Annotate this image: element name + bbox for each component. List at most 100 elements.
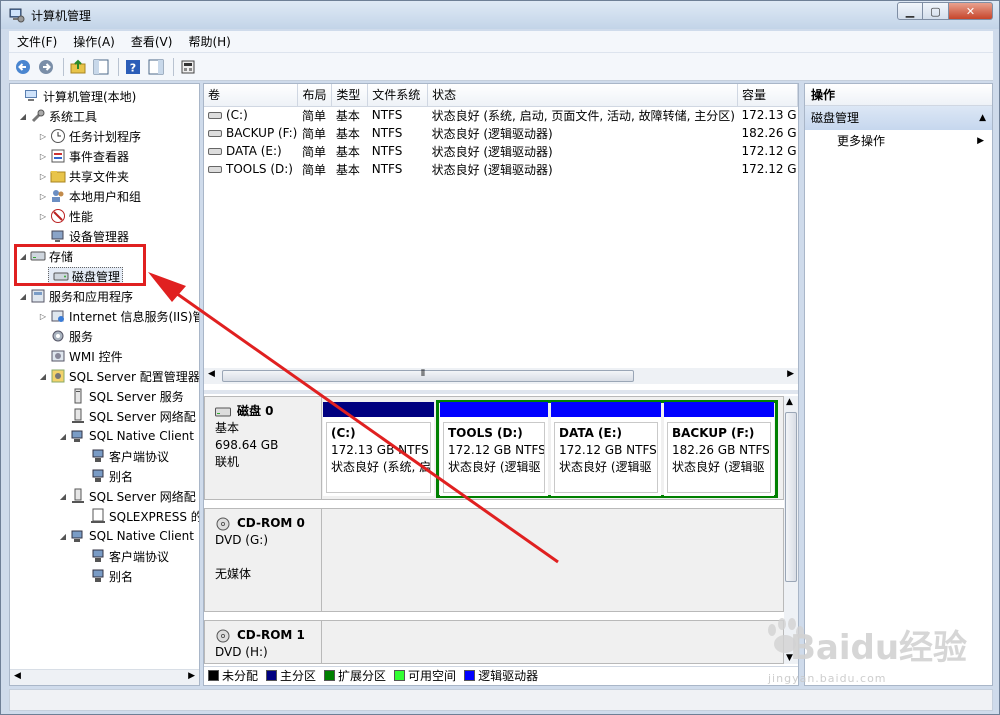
expand-icon[interactable]: ▷ bbox=[38, 172, 48, 181]
tree-item-alias-1[interactable]: 别名 bbox=[78, 466, 133, 486]
scroll-up-icon[interactable]: ▲ bbox=[786, 397, 793, 407]
pane-splitter[interactable] bbox=[204, 390, 798, 394]
partition-e[interactable]: DATA (E:) 172.12 GB NTFS 状态良好 (逻辑驱 bbox=[551, 402, 661, 496]
tree-item-device-manager[interactable]: 设备管理器 bbox=[38, 226, 129, 246]
help-button[interactable]: ? bbox=[123, 57, 143, 77]
scrollbar-thumb[interactable]: ⦀ bbox=[222, 369, 634, 382]
cdrom-1-info[interactable]: CD-ROM 1 DVD (H:) bbox=[204, 620, 322, 664]
table-row[interactable]: BACKUP (F:) 简单 基本 NTFS 状态良好 (逻辑驱动器) 182.… bbox=[204, 124, 798, 142]
tree-horizontal-scrollbar[interactable]: ◀ ▶ bbox=[10, 669, 199, 685]
tree-item-local-users[interactable]: ▷ 本地用户和组 bbox=[38, 186, 141, 206]
partition-f[interactable]: BACKUP (F:) 182.26 GB NTFS 状态良好 (逻辑驱 bbox=[664, 402, 774, 496]
tree-label: 客户端协议 bbox=[109, 449, 170, 464]
title-bar[interactable]: 计算机管理 ▁ ▢ ✕ bbox=[1, 1, 999, 29]
column-header-capacity[interactable]: 容量 bbox=[737, 84, 798, 107]
close-button[interactable]: ✕ bbox=[949, 2, 993, 20]
scroll-left-icon[interactable]: ◀ bbox=[208, 369, 215, 379]
tree-item-sql-network-2[interactable]: ◢ SQL Server 网络配 bbox=[58, 486, 196, 506]
partition-d[interactable]: TOOLS (D:) 172.12 GB NTFS 状态良好 (逻辑驱 bbox=[440, 402, 548, 496]
device-manager-icon bbox=[51, 230, 64, 242]
tree-item-services[interactable]: 服务 bbox=[38, 326, 93, 346]
layout-cell: 简单 bbox=[301, 126, 326, 141]
disk-0-info[interactable]: 磁盘 0 基本 698.64 GB 联机 bbox=[204, 396, 322, 500]
protocol-icon bbox=[92, 449, 104, 462]
volume-list-scrollbar[interactable]: ◀ ⦀ ▶ bbox=[204, 368, 798, 384]
computer-management-icon bbox=[25, 90, 37, 101]
actions-section-disk-management[interactable]: 磁盘管理 ▲ bbox=[805, 106, 992, 130]
properties-button[interactable] bbox=[146, 57, 166, 77]
filesystem-cell: NTFS bbox=[371, 126, 403, 140]
menu-action[interactable]: 操作(A) bbox=[65, 33, 123, 50]
tree-item-event-viewer[interactable]: ▷ 事件查看器 bbox=[38, 146, 129, 166]
tree-item-client-protocols-1[interactable]: 客户端协议 bbox=[78, 446, 169, 466]
tree-item-sql-config[interactable]: ◢ SQL Server 配置管理器 bbox=[38, 366, 199, 386]
collapse-icon[interactable]: ◢ bbox=[38, 372, 48, 381]
tree-item-root[interactable]: 计算机管理(本地) bbox=[12, 86, 136, 106]
legend-item: 主分区 bbox=[266, 667, 316, 684]
expand-icon[interactable]: ▷ bbox=[38, 152, 48, 161]
legend-swatch bbox=[394, 670, 406, 681]
partition-c[interactable]: (C:) 172.13 GB NTFS 状态良好 (系统, 启 bbox=[323, 402, 434, 496]
menu-help[interactable]: 帮助(H) bbox=[180, 33, 238, 50]
expand-icon[interactable]: ▷ bbox=[38, 212, 48, 221]
tree-item-services-apps[interactable]: ◢ 服务和应用程序 bbox=[18, 286, 133, 306]
expand-icon[interactable]: ▷ bbox=[38, 312, 48, 321]
tree-item-alias-2[interactable]: 别名 bbox=[78, 566, 133, 586]
tree-item-wmi[interactable]: WMI 控件 bbox=[38, 346, 123, 366]
tree-item-iis[interactable]: ▷ Internet 信息服务(IIS)管 bbox=[38, 306, 199, 326]
collapse-icon[interactable]: ◢ bbox=[18, 112, 28, 121]
tree-label: SQL Native Client bbox=[89, 529, 194, 543]
forward-button[interactable] bbox=[36, 57, 56, 77]
scroll-right-icon[interactable]: ▶ bbox=[188, 671, 195, 681]
tree-item-system-tools[interactable]: ◢ 系统工具 bbox=[18, 106, 97, 126]
cdrom-icon bbox=[216, 629, 230, 642]
minimize-button[interactable]: ▁ bbox=[897, 2, 923, 20]
show-tree-button[interactable] bbox=[91, 57, 111, 77]
back-button[interactable] bbox=[13, 57, 33, 77]
column-header-status[interactable]: 状态 bbox=[427, 84, 738, 107]
expand-icon[interactable]: ▷ bbox=[38, 192, 48, 201]
console-button[interactable] bbox=[178, 57, 198, 77]
toolbar-separator bbox=[118, 57, 119, 76]
primary-partition-bar bbox=[323, 402, 434, 417]
scrollbar-thumb[interactable] bbox=[785, 412, 797, 582]
tree-label: 别名 bbox=[109, 469, 134, 484]
tree-label: 服务 bbox=[69, 329, 94, 344]
tree-item-native-client-2[interactable]: ◢ SQL Native Client bbox=[58, 526, 194, 546]
column-header-volume[interactable]: 卷 bbox=[204, 84, 299, 107]
column-header-type[interactable]: 类型 bbox=[331, 84, 369, 107]
up-button[interactable] bbox=[68, 57, 88, 77]
console-tree[interactable]: 计算机管理(本地) ◢ 系统工具 ▷ 任务计划程序 ▷ 事件查看器 ▷ 共享文件… bbox=[9, 83, 200, 686]
column-header-filesystem[interactable]: 文件系统 bbox=[367, 84, 429, 107]
tree-item-sql-network-1[interactable]: SQL Server 网络配 bbox=[58, 406, 196, 426]
tree-item-sql-services[interactable]: SQL Server 服务 bbox=[58, 386, 184, 406]
collapse-icon[interactable]: ◢ bbox=[58, 432, 68, 441]
menu-file[interactable]: 文件(F) bbox=[9, 33, 65, 50]
volume-list[interactable]: 卷 布局 类型 文件系统 状态 容量 (C:) 简单 基本 NTFS 状态良好 … bbox=[204, 84, 798, 178]
disk-management-pane: 卷 布局 类型 文件系统 状态 容量 (C:) 简单 基本 NTFS 状态良好 … bbox=[203, 83, 799, 686]
expand-icon[interactable]: ▷ bbox=[38, 132, 48, 141]
collapse-up-icon[interactable]: ▲ bbox=[979, 106, 986, 130]
collapse-icon[interactable]: ◢ bbox=[18, 292, 28, 301]
cdrom-drive: DVD (G:) bbox=[215, 533, 268, 547]
column-header-layout[interactable]: 布局 bbox=[297, 84, 333, 107]
tree-item-performance[interactable]: ▷ 性能 bbox=[38, 206, 93, 226]
tree-item-native-client-1[interactable]: ◢ SQL Native Client bbox=[58, 426, 194, 446]
scroll-right-icon[interactable]: ▶ bbox=[787, 369, 794, 379]
collapse-icon[interactable]: ◢ bbox=[58, 492, 68, 501]
tree-item-client-protocols-2[interactable]: 客户端协议 bbox=[78, 546, 169, 566]
more-actions-item[interactable]: 更多操作 ▶ bbox=[805, 130, 992, 152]
collapse-icon[interactable]: ◢ bbox=[58, 532, 68, 541]
cdrom-0-info[interactable]: CD-ROM 0 DVD (G:) 无媒体 bbox=[204, 508, 322, 612]
table-row[interactable]: DATA (E:) 简单 基本 NTFS 状态良好 (逻辑驱动器) 172.12… bbox=[204, 142, 798, 160]
properties-icon bbox=[148, 59, 164, 74]
tree-item-shared-folders[interactable]: ▷ 共享文件夹 bbox=[38, 166, 129, 186]
table-row[interactable]: (C:) 简单 基本 NTFS 状态良好 (系统, 启动, 页面文件, 活动, … bbox=[204, 106, 798, 124]
capacity-cell: 172.12 G bbox=[741, 144, 797, 158]
table-row[interactable]: TOOLS (D:) 简单 基本 NTFS 状态良好 (逻辑驱动器) 172.1… bbox=[204, 160, 798, 178]
scroll-left-icon[interactable]: ◀ bbox=[14, 671, 21, 681]
menu-view[interactable]: 查看(V) bbox=[123, 33, 181, 50]
maximize-button[interactable]: ▢ bbox=[923, 2, 949, 20]
tree-item-sqlexpress[interactable]: SQLEXPRESS 的 bbox=[78, 506, 199, 526]
tree-item-task-scheduler[interactable]: ▷ 任务计划程序 bbox=[38, 126, 141, 146]
